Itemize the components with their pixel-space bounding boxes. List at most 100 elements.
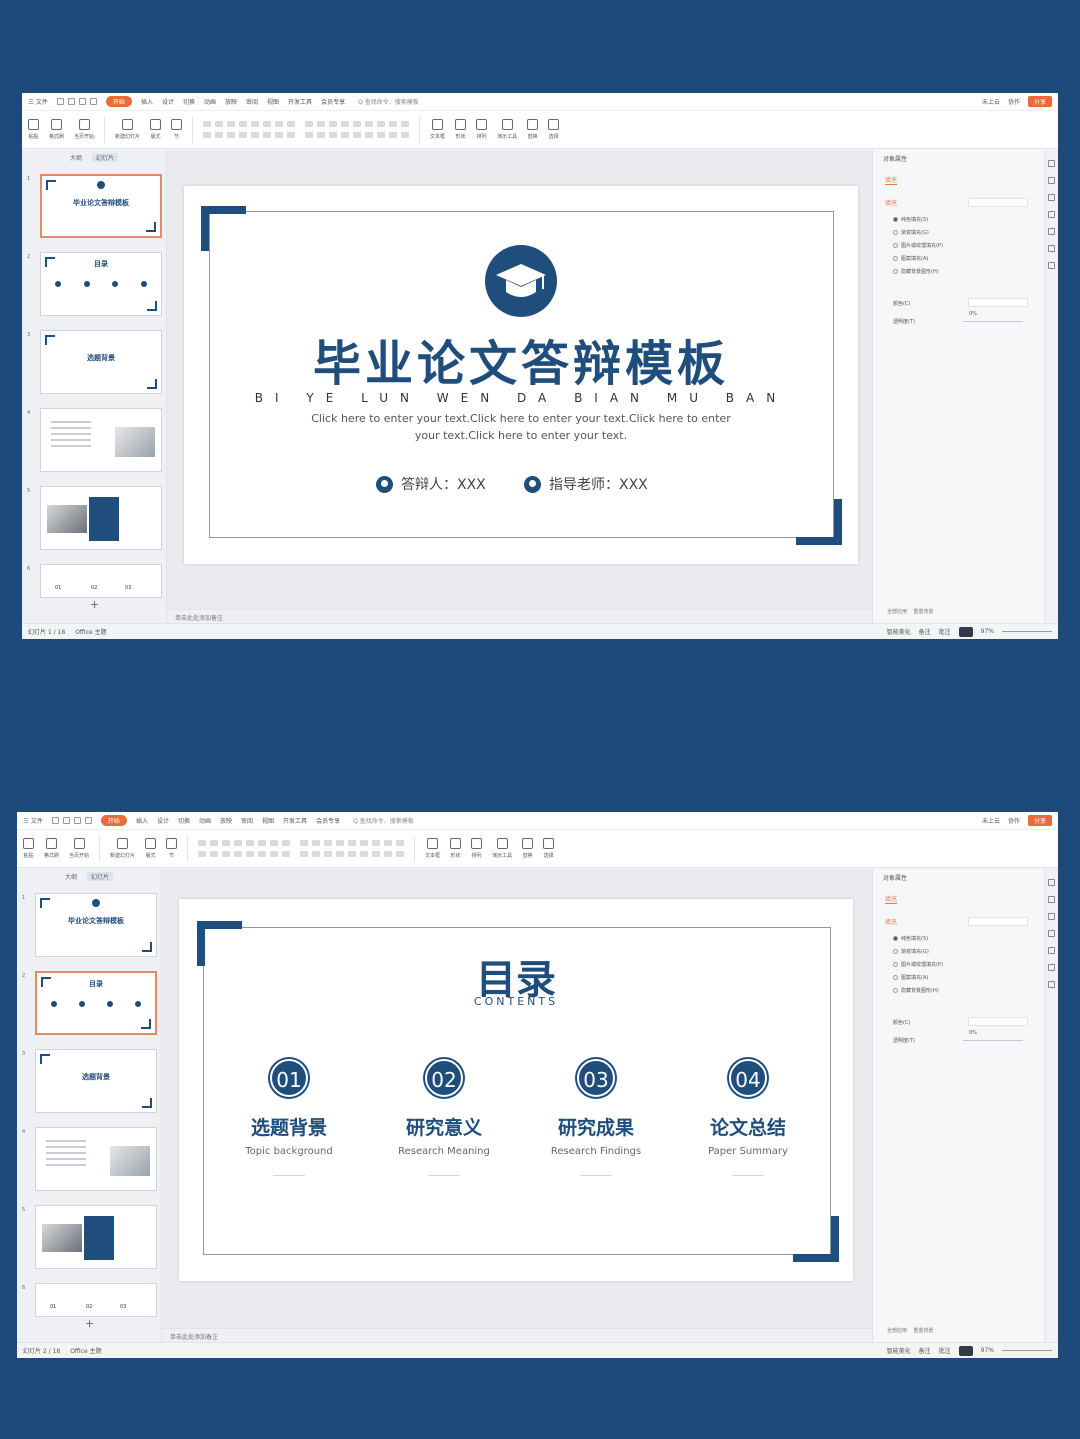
menu-file[interactable]: 三 文件	[28, 97, 48, 106]
new-slide-button[interactable]: 新建幻灯片	[110, 838, 135, 859]
menu-file[interactable]: 三 文件	[23, 816, 43, 825]
layout-button[interactable]: 版式	[150, 119, 162, 140]
option-solid-fill[interactable]: 纯色填充(S)	[893, 935, 928, 942]
pin-icon[interactable]	[1048, 194, 1055, 201]
thumb-slide-5[interactable]	[40, 486, 162, 550]
add-slide-button[interactable]: +	[85, 1317, 94, 1330]
menu-home[interactable]: 开始	[105, 96, 132, 107]
menu-member[interactable]: 会员专享	[321, 97, 345, 106]
print-icon[interactable]	[62, 817, 70, 824]
menu-insert[interactable]: 插入	[141, 97, 153, 106]
color-picker[interactable]	[968, 298, 1028, 307]
presentation-tools-button[interactable]: 演示工具	[492, 838, 512, 859]
thumb-slide-2[interactable]: 目录	[40, 252, 162, 316]
fill-icon[interactable]	[1048, 160, 1055, 167]
thumb-slide-4[interactable]	[35, 1127, 157, 1191]
thumb-slide-3[interactable]: 选题背景	[40, 330, 162, 394]
menu-home[interactable]: 开始	[100, 815, 127, 826]
command-search[interactable]: Q 查找命令、搜索模板	[358, 97, 419, 106]
fill-type-select[interactable]	[968, 917, 1028, 926]
new-slide-button[interactable]: 新建幻灯片	[115, 119, 140, 140]
zoom-slider[interactable]	[1002, 631, 1052, 632]
thumb-slide-5[interactable]	[35, 1205, 157, 1269]
thumb-slide-1[interactable]: 毕业论文答辩模板	[40, 174, 162, 238]
textbox-button[interactable]: 文本框	[425, 838, 440, 859]
option-gradient-fill[interactable]: 渐变填充(G)	[893, 948, 929, 955]
layers-icon[interactable]	[1048, 211, 1055, 218]
thumb-slide-4[interactable]	[40, 408, 162, 472]
image-icon[interactable]	[1048, 228, 1055, 235]
notes-area[interactable]: 单击此处添加备注	[162, 1328, 872, 1342]
menu-view[interactable]: 视图	[267, 97, 279, 106]
thumb-slide-6[interactable]: 01 02 03	[35, 1283, 157, 1317]
section-button[interactable]: 节	[171, 119, 183, 140]
smart-beautify-button[interactable]: 智能美化	[887, 627, 911, 636]
menu-developer[interactable]: 开发工具	[288, 97, 312, 106]
menu-design[interactable]: 设计	[157, 816, 169, 825]
format-painter-button[interactable]: 格式刷	[44, 838, 59, 859]
arrange-button[interactable]: 排列	[476, 119, 488, 140]
format-icon[interactable]	[1048, 896, 1055, 903]
thumb-slide-2[interactable]: 目录	[35, 971, 157, 1035]
undo-icon[interactable]	[73, 817, 81, 824]
play-icon[interactable]	[958, 1345, 973, 1356]
fill-section-header[interactable]: 填充	[885, 917, 897, 926]
option-gradient-fill[interactable]: 渐变填充(G)	[893, 229, 929, 236]
menu-review[interactable]: 审阅	[246, 97, 258, 106]
cloud-status[interactable]: 未上云	[982, 97, 1000, 106]
print-icon[interactable]	[67, 98, 75, 105]
font-controls[interactable]	[198, 840, 291, 857]
format-painter-button[interactable]: 格式刷	[49, 119, 64, 140]
presentation-tools-button[interactable]: 演示工具	[497, 119, 517, 140]
menu-review[interactable]: 审阅	[241, 816, 253, 825]
save-icon[interactable]	[56, 98, 64, 105]
menu-member[interactable]: 会员专享	[316, 816, 340, 825]
font-controls[interactable]	[203, 121, 296, 138]
tab-outline[interactable]: 大纲	[70, 153, 82, 162]
settings-icon[interactable]	[1048, 964, 1055, 971]
option-pattern-fill[interactable]: 图案填充(A)	[893, 974, 928, 981]
collab-button[interactable]: 协作	[1008, 97, 1020, 106]
option-hide-background[interactable]: 隐藏背景图形(H)	[893, 268, 939, 275]
zoom-level[interactable]: 97%	[981, 628, 994, 635]
slide-contents[interactable]: 目录 CONTENTS 01 选题背景 Topic background 02 …	[179, 899, 853, 1281]
paragraph-controls[interactable]	[305, 121, 410, 138]
textbox-button[interactable]: 文本框	[430, 119, 445, 140]
reset-background-button[interactable]: 重置背景	[913, 609, 933, 615]
smart-beautify-button[interactable]: 智能美化	[887, 1346, 911, 1355]
format-icon[interactable]	[1048, 177, 1055, 184]
tab-outline[interactable]: 大纲	[65, 872, 77, 881]
option-hide-background[interactable]: 隐藏背景图形(H)	[893, 987, 939, 994]
shape-button[interactable]: 形状	[455, 119, 467, 140]
quick-access-toolbar[interactable]	[51, 817, 92, 824]
zoom-slider[interactable]	[1002, 1350, 1052, 1351]
option-pattern-fill[interactable]: 图案填充(A)	[893, 255, 928, 262]
menu-transition[interactable]: 切换	[178, 816, 190, 825]
notes-toggle[interactable]: 备注	[919, 627, 931, 636]
fill-icon[interactable]	[1048, 879, 1055, 886]
option-picture-fill[interactable]: 图片或纹理填充(P)	[893, 242, 943, 249]
paragraph-controls[interactable]	[300, 840, 405, 857]
play-icon[interactable]	[958, 626, 973, 637]
help-icon[interactable]	[1048, 262, 1055, 269]
tab-slides[interactable]: 幻灯片	[87, 871, 114, 881]
section-button[interactable]: 节	[166, 838, 178, 859]
menu-animation[interactable]: 动画	[204, 97, 216, 106]
apply-all-button[interactable]: 全部应用	[887, 609, 907, 615]
menu-insert[interactable]: 插入	[136, 816, 148, 825]
menu-transition[interactable]: 切换	[183, 97, 195, 106]
shape-button[interactable]: 形状	[450, 838, 462, 859]
quick-access-toolbar[interactable]	[56, 98, 97, 105]
pin-icon[interactable]	[1048, 913, 1055, 920]
thumb-slide-6[interactable]: 01 02 03	[40, 564, 162, 598]
tab-fill[interactable]: 填充	[885, 894, 898, 904]
arrange-button[interactable]: 排列	[471, 838, 483, 859]
comment-toggle[interactable]: 批注	[939, 627, 951, 636]
add-slide-button[interactable]: +	[90, 598, 99, 611]
layout-button[interactable]: 版式	[145, 838, 157, 859]
replace-button[interactable]: 替换	[522, 838, 534, 859]
paste-button[interactable]: 粘贴	[28, 119, 39, 140]
option-picture-fill[interactable]: 图片或纹理填充(P)	[893, 961, 943, 968]
share-button[interactable]: 分享	[1027, 96, 1052, 107]
paste-button[interactable]: 粘贴	[23, 838, 34, 859]
